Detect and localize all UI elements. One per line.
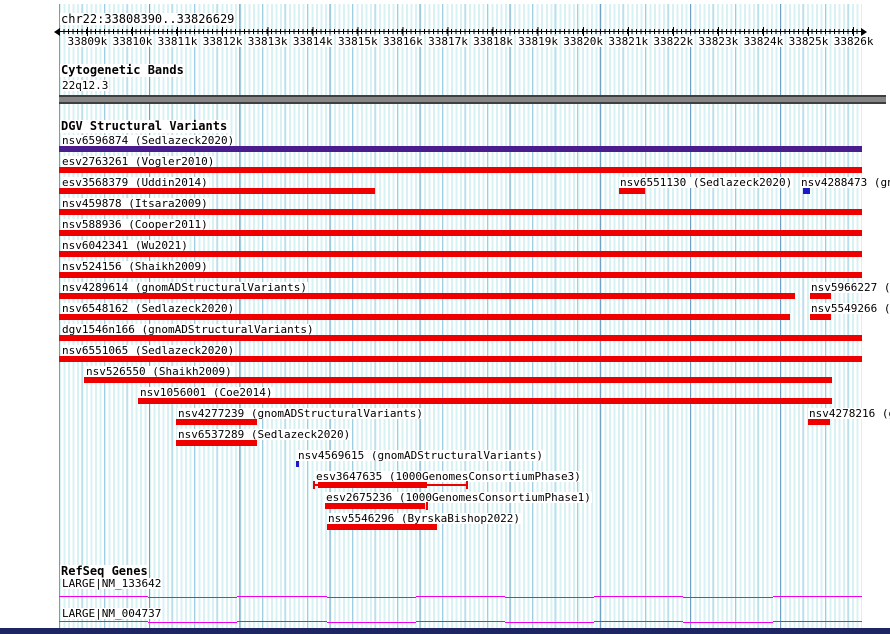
variant-label[interactable]: nsv526550 (Shaikh2009) (85, 366, 233, 377)
ruler-tick-label: 33815k (336, 35, 379, 48)
variant-label[interactable]: nsv524156 (Shaikh2009) (61, 261, 209, 272)
variant-bar[interactable] (810, 314, 831, 320)
ruler-tick-label: 33813k (246, 35, 289, 48)
variant-bar[interactable] (59, 356, 862, 362)
gene-line[interactable] (237, 621, 327, 622)
gene-line[interactable] (415, 621, 505, 622)
section-title-cytogenetic-bands: Cytogenetic Bands (60, 63, 185, 77)
gene-line[interactable] (326, 622, 416, 623)
gene-label[interactable]: LARGE|NM_004737 (61, 608, 163, 619)
gene-line[interactable] (237, 596, 327, 597)
variant-label[interactable]: esv3647635 (1000GenomesConsortiumPhase3) (315, 471, 582, 482)
variant-bar[interactable] (327, 524, 437, 530)
variant-bar[interactable] (59, 293, 795, 299)
variant-label[interactable]: nsv6042341 (Wu2021) (61, 240, 189, 251)
ruler-tick-label: 33824k (742, 35, 785, 48)
variant-bar[interactable] (810, 293, 831, 299)
ruler-tick-label: 33809k (66, 35, 109, 48)
variant-bar[interactable] (59, 314, 790, 320)
variant-label[interactable]: nsv5549266 (By (810, 303, 890, 314)
ruler-tick-label: 33812k (201, 35, 244, 48)
ruler-tick-label: 33822k (652, 35, 695, 48)
genome-browser-view: chr22:33808390..33826629 33809k 33810k 338… (0, 0, 890, 634)
variant-bar[interactable] (808, 419, 830, 425)
variant-label[interactable]: nsv588936 (Cooper2011) (61, 219, 209, 230)
gene-line[interactable] (326, 597, 416, 598)
gene-line[interactable] (59, 621, 149, 622)
ruler-tick-label: 33817k (427, 35, 469, 48)
gene-line[interactable] (148, 597, 238, 598)
variant-bar[interactable] (325, 503, 425, 509)
variant-bar[interactable] (619, 188, 645, 194)
variant-breakpoint-tick (426, 502, 428, 510)
ruler-tick-label: 33811k (156, 35, 199, 48)
gene-line[interactable] (772, 596, 862, 597)
ruler-tick-label: 33814k (291, 35, 334, 48)
variant-bar[interactable] (59, 230, 862, 236)
variant-label[interactable]: nsv4277239 (gnomADStructuralVariants) (177, 408, 425, 419)
variant-label[interactable]: esv2675236 (1000GenomesConsortiumPhase1) (325, 492, 592, 503)
variant-label[interactable]: nsv1056001 (Coe2014) (139, 387, 274, 398)
variant-bar[interactable] (318, 482, 427, 488)
ruler-axis-line (59, 31, 862, 32)
variant-label[interactable]: nsv4288473 (gno (800, 177, 890, 188)
gene-line[interactable] (772, 621, 862, 622)
gene-line[interactable] (683, 622, 773, 623)
variant-label[interactable]: nsv6551130 (Sedlazeck2020) (619, 177, 794, 188)
ruler-tick-label: 33823k (697, 35, 740, 48)
ruler-tick-label: 33819k (517, 35, 559, 48)
variant-bar[interactable] (59, 188, 375, 194)
gene-line[interactable] (148, 622, 238, 623)
variant-bar[interactable] (138, 398, 832, 404)
variant-bar[interactable] (59, 209, 862, 215)
variant-bar[interactable] (803, 188, 810, 194)
variant-bar[interactable] (59, 272, 862, 278)
bottom-edge-band (0, 628, 890, 634)
gene-label[interactable]: LARGE|NM_133642 (61, 578, 163, 589)
ruler-left-arrow-icon (54, 27, 60, 36)
variant-label[interactable]: nsv4278216 (gn (808, 408, 890, 419)
gene-line[interactable] (505, 597, 595, 598)
gene-line[interactable] (594, 596, 684, 597)
variant-label[interactable]: dgv1546n166 (gnomADStructuralVariants) (61, 324, 315, 335)
variant-label[interactable]: nsv6596874 (Sedlazeck2020) (61, 135, 236, 146)
variant-label[interactable]: nsv4289614 (gnomADStructuralVariants) (61, 282, 309, 293)
variant-ci-end-tick (466, 481, 468, 489)
variant-label[interactable]: nsv5546296 (ByrskaBishop2022) (327, 513, 522, 524)
variant-label[interactable]: nsv6548162 (Sedlazeck2020) (61, 303, 236, 314)
variant-bar[interactable] (59, 251, 862, 257)
variant-label[interactable]: nsv459878 (Itsara2009) (61, 198, 209, 209)
variant-bar[interactable] (176, 440, 257, 446)
cytoband-bar[interactable] (59, 95, 886, 104)
ruler-tick-label: 33821k (607, 35, 650, 48)
variant-label[interactable]: esv3568379 (Uddin2014) (61, 177, 209, 188)
gene-line[interactable] (683, 597, 773, 598)
variant-label[interactable]: esv2763261 (Vogler2010) (61, 156, 216, 167)
gene-line[interactable] (59, 596, 149, 597)
variant-label[interactable]: nsv5966227 (Ab (810, 282, 890, 293)
gene-line[interactable] (415, 596, 505, 597)
variant-ci-end-tick (313, 481, 315, 489)
gene-line[interactable] (594, 621, 684, 622)
coordinate-display: chr22:33808390..33826629 (60, 12, 236, 26)
ruler-tick-label: 33816k (382, 35, 424, 48)
variant-label[interactable]: nsv6537289 (Sedlazeck2020) (177, 429, 352, 440)
variant-label[interactable]: nsv4569615 (gnomADStructuralVariants) (297, 450, 545, 461)
ruler-tick-label: 33826k (832, 35, 875, 48)
ruler-tick-label: 33810k (111, 35, 154, 48)
variant-bar[interactable] (296, 461, 299, 467)
variant-bar[interactable] (59, 335, 862, 341)
variant-label[interactable]: nsv6551065 (Sedlazeck2020) (61, 345, 236, 356)
gene-line[interactable] (505, 622, 595, 623)
section-title-dgv-structural-variants: DGV Structural Variants (60, 119, 229, 133)
variant-bar[interactable] (176, 419, 257, 425)
cytoband-label: 22q12.3 (61, 79, 110, 92)
ruler-tick-label: 33825k (787, 35, 830, 48)
ruler-tick-label: 33818k (472, 35, 514, 48)
ruler-tick-label: 33820k (562, 35, 605, 48)
variant-bar[interactable] (59, 167, 862, 173)
variant-bar[interactable] (84, 377, 832, 383)
variant-bar[interactable] (59, 146, 862, 152)
